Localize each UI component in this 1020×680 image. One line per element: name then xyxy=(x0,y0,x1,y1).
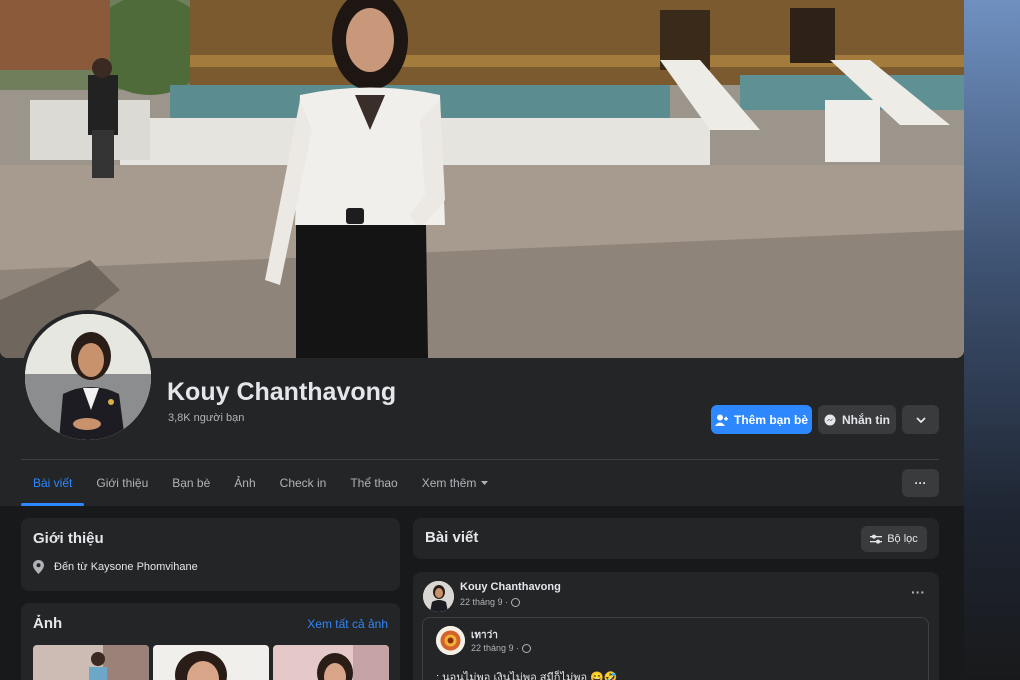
add-friend-label: Thêm bạn bè xyxy=(733,412,808,427)
photo-thumbnails xyxy=(33,645,389,680)
shared-post-text: : นอนไม่พอ เงินไม่พอ สมีก็ไม่พอ 😄🤣 xyxy=(436,672,618,680)
profile-avatar[interactable] xyxy=(21,310,155,444)
photos-card: Ảnh Xem tất cả ảnh xyxy=(21,603,400,680)
post-meta: 22 tháng 9 · xyxy=(460,597,521,607)
intro-from-row: Đến từ Kaysone Phomvihane xyxy=(33,560,198,574)
add-friend-icon xyxy=(714,414,728,426)
post-author-name[interactable]: Kouy Chanthavong xyxy=(460,581,561,593)
chevron-down-icon xyxy=(915,416,926,423)
location-pin-icon xyxy=(33,560,44,574)
background-strip xyxy=(964,0,1020,680)
tab-see-more[interactable]: Xem thêm xyxy=(410,462,501,504)
filter-button[interactable]: Bộ lọc xyxy=(861,526,927,552)
intro-from-text: Đến từ Kaysone Phomvihane xyxy=(54,561,198,573)
tab-about[interactable]: Giới thiệu xyxy=(84,462,160,504)
shared-date[interactable]: 22 tháng 9 · xyxy=(471,643,519,653)
post-author-avatar[interactable] xyxy=(423,581,454,612)
shared-author-name[interactable]: เทาว่า xyxy=(471,628,498,643)
post-card: Kouy Chanthavong 22 tháng 9 · ··· เทาว่า… xyxy=(413,572,939,680)
message-button[interactable]: Nhắn tin xyxy=(818,405,896,434)
filter-sliders-icon xyxy=(870,534,883,544)
intro-card: Giới thiệu Đến từ Kaysone Phomvihane xyxy=(21,518,400,591)
tab-photos[interactable]: Ảnh xyxy=(222,462,267,504)
posts-title: Bài viết xyxy=(425,529,479,546)
globe-icon xyxy=(522,643,532,653)
shared-author-avatar[interactable] xyxy=(436,626,465,655)
profile-header: Kouy Chanthavong 3,8K người bạn Thêm bạn… xyxy=(0,0,964,506)
tab-posts[interactable]: Bài viết xyxy=(21,462,85,506)
see-all-photos-link[interactable]: Xem tất cả ảnh xyxy=(307,617,388,631)
profile-tabs: Bài viết Giới thiệu Bạn bè Ảnh Check in … xyxy=(21,462,500,506)
photos-title: Ảnh xyxy=(33,615,63,632)
photo-thumbnail[interactable] xyxy=(33,645,149,680)
caret-down-icon xyxy=(481,481,489,485)
profile-page: Kouy Chanthavong 3,8K người bạn Thêm bạn… xyxy=(0,0,1020,680)
profile-name: Kouy Chanthavong xyxy=(167,378,397,406)
friends-count[interactable]: 3,8K người bạn xyxy=(168,412,244,424)
tab-sports[interactable]: Thể thao xyxy=(338,462,409,504)
tab-friends[interactable]: Bạn bè xyxy=(160,462,222,504)
message-label: Nhắn tin xyxy=(842,412,890,427)
globe-icon xyxy=(511,597,521,607)
post-date[interactable]: 22 tháng 9 · xyxy=(460,597,508,607)
posts-header: Bài viết Bộ lọc xyxy=(413,518,939,559)
cover-photo[interactable] xyxy=(0,0,964,358)
photo-thumbnail[interactable] xyxy=(273,645,389,680)
shared-meta: 22 tháng 9 · xyxy=(471,643,532,653)
header-divider xyxy=(21,459,939,460)
shared-post[interactable]: เทาว่า 22 tháng 9 · : นอนไม่พอ เงินไม่พอ… xyxy=(422,617,929,680)
filter-label: Bộ lọc xyxy=(887,533,918,545)
tabs-more-button[interactable]: ··· xyxy=(902,469,939,497)
avatar-image xyxy=(25,314,151,440)
post-options-button[interactable]: ··· xyxy=(911,584,925,600)
profile-more-button[interactable] xyxy=(902,405,939,434)
photo-thumbnail[interactable] xyxy=(153,645,269,680)
add-friend-button[interactable]: Thêm bạn bè xyxy=(711,405,812,434)
messenger-icon xyxy=(824,414,836,426)
tab-checkin[interactable]: Check in xyxy=(268,462,339,504)
intro-title: Giới thiệu xyxy=(33,530,104,547)
